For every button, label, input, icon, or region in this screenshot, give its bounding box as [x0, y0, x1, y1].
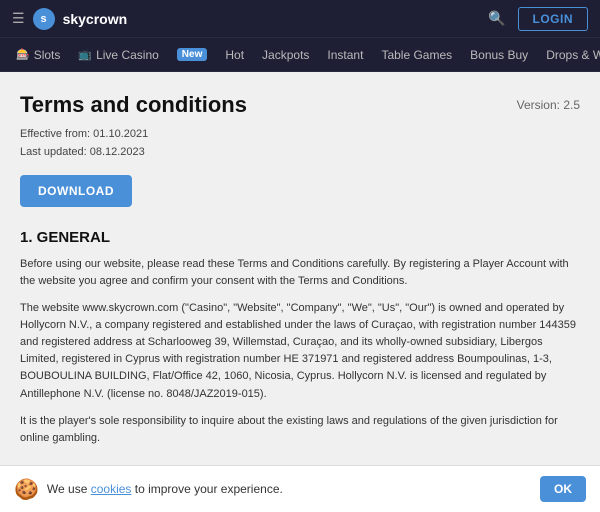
- version-text: Version: 2.5: [517, 92, 580, 112]
- nav-label-bonus-buy: Bonus Buy: [470, 48, 528, 62]
- nav-label-table-games: Table Games: [381, 48, 452, 62]
- cookie-link[interactable]: cookies: [91, 482, 132, 496]
- effective-from: Effective from: 01.10.2021: [20, 126, 580, 144]
- cookie-ok-button[interactable]: OK: [540, 476, 586, 502]
- new-badge: New: [177, 48, 208, 61]
- nav-item-new[interactable]: New: [169, 44, 216, 65]
- section-general-p2: The website www.skycrown.com ("Casino", …: [20, 300, 580, 402]
- page-header: Terms and conditions Version: 2.5: [20, 92, 580, 118]
- download-button[interactable]: DOWNLOAD: [20, 175, 132, 207]
- nav-label-slots: Slots: [34, 48, 61, 62]
- nav-label-live-casino: Live Casino: [96, 48, 159, 62]
- login-button[interactable]: LOGIN: [518, 7, 589, 31]
- cookie-icon: 🍪: [14, 477, 39, 502]
- last-updated: Last updated: 08.12.2023: [20, 144, 580, 162]
- nav-item-instant[interactable]: Instant: [319, 44, 371, 66]
- live-casino-icon: 📺: [78, 48, 92, 61]
- nav-item-jackpots[interactable]: Jackpots: [254, 44, 317, 66]
- header-right: 🔍 LOGIN: [488, 7, 588, 31]
- cookie-bar: 🍪 We use cookies to improve your experie…: [0, 465, 600, 512]
- logo-icon: s: [33, 8, 55, 30]
- nav-item-live-casino[interactable]: 📺 Live Casino: [70, 44, 166, 66]
- nav-item-hot[interactable]: Hot: [217, 44, 252, 66]
- section-general-p1: Before using our website, please read th…: [20, 256, 580, 290]
- dates-section: Effective from: 01.10.2021 Last updated:…: [20, 126, 580, 161]
- main-content: Terms and conditions Version: 2.5 Effect…: [0, 72, 600, 512]
- nav-item-table-games[interactable]: Table Games: [373, 44, 460, 66]
- section-general-heading: 1. GENERAL: [20, 229, 580, 246]
- header-left: ☰ s skycrown: [12, 8, 488, 30]
- search-icon[interactable]: 🔍: [488, 10, 505, 27]
- section-general: 1. GENERAL Before using our website, ple…: [20, 229, 580, 446]
- nav-label-drops-wins: Drops & Wins: [546, 48, 600, 62]
- nav-label-jackpots: Jackpots: [262, 48, 309, 62]
- nav-item-drops-wins[interactable]: Drops & Wins: [538, 44, 600, 66]
- menu-icon[interactable]: ☰: [12, 10, 25, 27]
- nav-label-instant: Instant: [327, 48, 363, 62]
- nav-item-bonus-buy[interactable]: Bonus Buy: [462, 44, 536, 66]
- slots-icon: 🎰: [16, 48, 30, 61]
- section-general-p3: It is the player's sole responsibility t…: [20, 413, 580, 447]
- nav-item-slots[interactable]: 🎰 Slots: [8, 44, 68, 66]
- cookie-text: We use cookies to improve your experienc…: [47, 482, 532, 496]
- nav-label-hot: Hot: [225, 48, 244, 62]
- nav-bar: 🎰 Slots 📺 Live Casino New Hot Jackpots I…: [0, 38, 600, 72]
- logo-initial: s: [41, 13, 47, 25]
- logo-text: skycrown: [63, 11, 128, 27]
- header: ☰ s skycrown 🔍 LOGIN: [0, 0, 600, 38]
- page-title: Terms and conditions: [20, 92, 247, 118]
